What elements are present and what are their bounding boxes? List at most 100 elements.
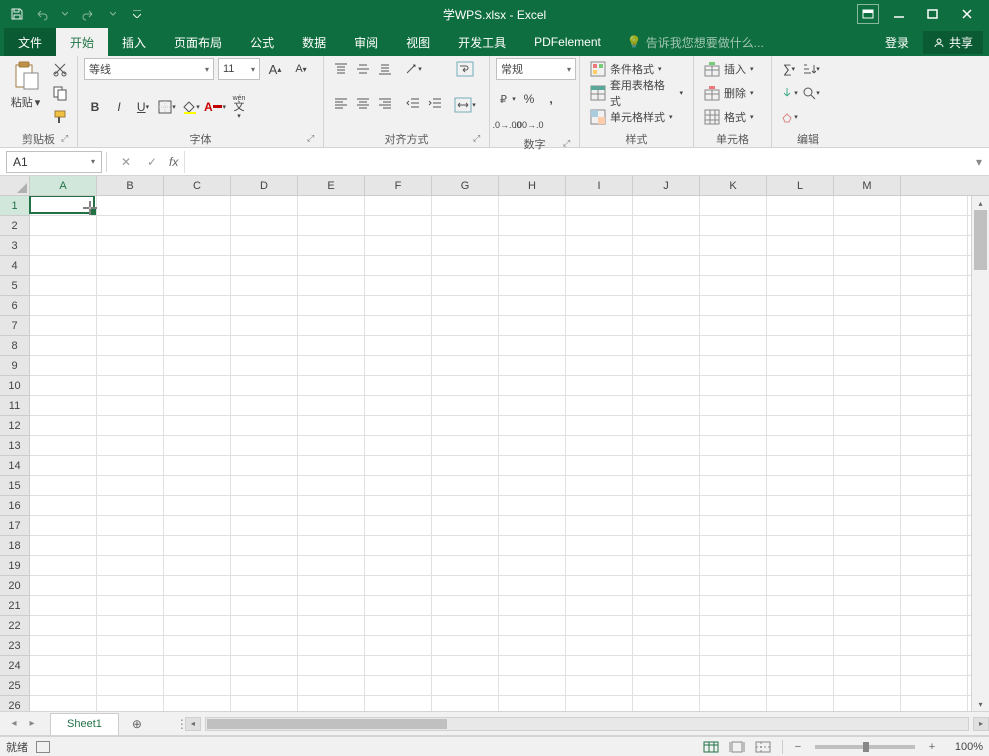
enter-icon[interactable]: ✓: [139, 151, 165, 173]
row-header-5[interactable]: 5: [0, 276, 29, 296]
row-header-23[interactable]: 23: [0, 636, 29, 656]
autosum-icon[interactable]: ∑▾: [778, 58, 800, 80]
vscroll-thumb[interactable]: [974, 210, 987, 270]
col-header-L[interactable]: L: [767, 176, 834, 195]
col-header-B[interactable]: B: [97, 176, 164, 195]
row-header-11[interactable]: 11: [0, 396, 29, 416]
row-header-14[interactable]: 14: [0, 456, 29, 476]
undo-dropdown-icon[interactable]: [54, 3, 76, 25]
wrap-text-icon[interactable]: [454, 58, 476, 80]
row-header-22[interactable]: 22: [0, 616, 29, 636]
row-header-7[interactable]: 7: [0, 316, 29, 336]
align-middle-icon[interactable]: [352, 58, 374, 80]
login-button[interactable]: 登录: [877, 32, 917, 53]
row-header-4[interactable]: 4: [0, 256, 29, 276]
col-header-H[interactable]: H: [499, 176, 566, 195]
delete-cells-button[interactable]: 删除▾: [700, 82, 758, 104]
zoom-slider-thumb[interactable]: [863, 742, 869, 752]
align-right-icon[interactable]: [374, 92, 396, 114]
save-icon[interactable]: [6, 3, 28, 25]
row-header-3[interactable]: 3: [0, 236, 29, 256]
add-sheet-button[interactable]: ⊕: [125, 713, 149, 735]
col-header-E[interactable]: E: [298, 176, 365, 195]
align-launcher-icon[interactable]: ⤢: [473, 133, 485, 145]
row-header-19[interactable]: 19: [0, 556, 29, 576]
font-color-icon[interactable]: A▾: [204, 96, 226, 118]
merge-center-icon[interactable]: ▾: [454, 94, 476, 116]
tell-me-search[interactable]: 💡 告诉我您想要做什么...: [627, 28, 764, 56]
font-launcher-icon[interactable]: ⤢: [307, 133, 319, 145]
row-header-1[interactable]: 1: [0, 196, 29, 216]
col-header-A[interactable]: A: [30, 176, 97, 195]
share-button[interactable]: 共享: [923, 31, 983, 54]
percent-icon[interactable]: %: [518, 88, 540, 110]
row-header-2[interactable]: 2: [0, 216, 29, 236]
zoom-out-button[interactable]: −: [791, 740, 805, 754]
phonetic-icon[interactable]: wén文▾: [228, 96, 250, 118]
align-left-icon[interactable]: [330, 92, 352, 114]
undo-icon[interactable]: [30, 3, 52, 25]
zoom-percent[interactable]: 100%: [943, 741, 983, 753]
tab-formulas[interactable]: 公式: [236, 28, 288, 56]
tab-view[interactable]: 视图: [392, 28, 444, 56]
decrease-font-icon[interactable]: A▾: [290, 58, 312, 80]
tab-page-layout[interactable]: 页面布局: [160, 28, 236, 56]
scroll-right-icon[interactable]: ▸: [973, 717, 989, 731]
row-header-15[interactable]: 15: [0, 476, 29, 496]
vertical-scrollbar[interactable]: ▴ ▾: [971, 196, 989, 711]
find-select-icon[interactable]: ▾: [800, 82, 822, 104]
decrease-indent-icon[interactable]: [402, 92, 424, 114]
format-painter-icon[interactable]: [49, 106, 71, 128]
row-header-26[interactable]: 26: [0, 696, 29, 711]
orientation-icon[interactable]: ▾: [402, 58, 424, 80]
qat-customize-icon[interactable]: [126, 3, 148, 25]
insert-cells-button[interactable]: 插入▾: [700, 58, 758, 80]
fill-icon[interactable]: ▾: [778, 82, 800, 104]
cancel-icon[interactable]: ✕: [113, 151, 139, 173]
sheet-next-icon[interactable]: ▸: [24, 716, 40, 732]
font-name-combo[interactable]: 等线▾: [84, 58, 214, 80]
decrease-decimal-icon[interactable]: .00→.0: [518, 114, 540, 136]
row-header-9[interactable]: 9: [0, 356, 29, 376]
copy-icon[interactable]: [49, 82, 71, 104]
italic-icon[interactable]: I: [108, 96, 130, 118]
increase-indent-icon[interactable]: [424, 92, 446, 114]
row-header-13[interactable]: 13: [0, 436, 29, 456]
align-center-icon[interactable]: [352, 92, 374, 114]
sheet-tab-sheet1[interactable]: Sheet1: [50, 713, 119, 735]
sort-filter-icon[interactable]: ▾: [800, 58, 822, 80]
page-break-view-icon[interactable]: [752, 739, 774, 755]
tab-data[interactable]: 数据: [288, 28, 340, 56]
align-top-icon[interactable]: [330, 58, 352, 80]
sheet-prev-icon[interactable]: ◂: [6, 716, 22, 732]
expand-formula-bar-icon[interactable]: ▾: [969, 155, 989, 169]
page-layout-view-icon[interactable]: [726, 739, 748, 755]
zoom-slider[interactable]: [815, 745, 915, 749]
tab-pdfelement[interactable]: PDFelement: [520, 28, 615, 56]
row-header-10[interactable]: 10: [0, 376, 29, 396]
col-header-I[interactable]: I: [566, 176, 633, 195]
bold-icon[interactable]: B: [84, 96, 106, 118]
tab-insert[interactable]: 插入: [108, 28, 160, 56]
select-all-button[interactable]: [0, 176, 30, 195]
fill-color-icon[interactable]: ▾: [180, 96, 202, 118]
minimize-button[interactable]: [885, 4, 913, 24]
accounting-format-icon[interactable]: ₽▾: [496, 88, 518, 110]
number-launcher-icon[interactable]: ⤢: [563, 138, 575, 150]
ribbon-display-options-icon[interactable]: [857, 4, 879, 24]
col-header-J[interactable]: J: [633, 176, 700, 195]
col-header-K[interactable]: K: [700, 176, 767, 195]
clipboard-launcher-icon[interactable]: ⤢: [61, 133, 73, 145]
horizontal-scrollbar[interactable]: [205, 717, 969, 731]
tab-review[interactable]: 审阅: [340, 28, 392, 56]
clear-icon[interactable]: ▾: [778, 106, 800, 128]
comma-icon[interactable]: ,: [540, 88, 562, 110]
row-header-21[interactable]: 21: [0, 596, 29, 616]
scroll-left-icon[interactable]: ◂: [185, 717, 201, 731]
redo-dropdown-icon[interactable]: [102, 3, 124, 25]
cell-styles-button[interactable]: 单元格样式▾: [586, 106, 677, 128]
row-header-12[interactable]: 12: [0, 416, 29, 436]
row-header-8[interactable]: 8: [0, 336, 29, 356]
row-header-16[interactable]: 16: [0, 496, 29, 516]
cut-icon[interactable]: [49, 58, 71, 80]
